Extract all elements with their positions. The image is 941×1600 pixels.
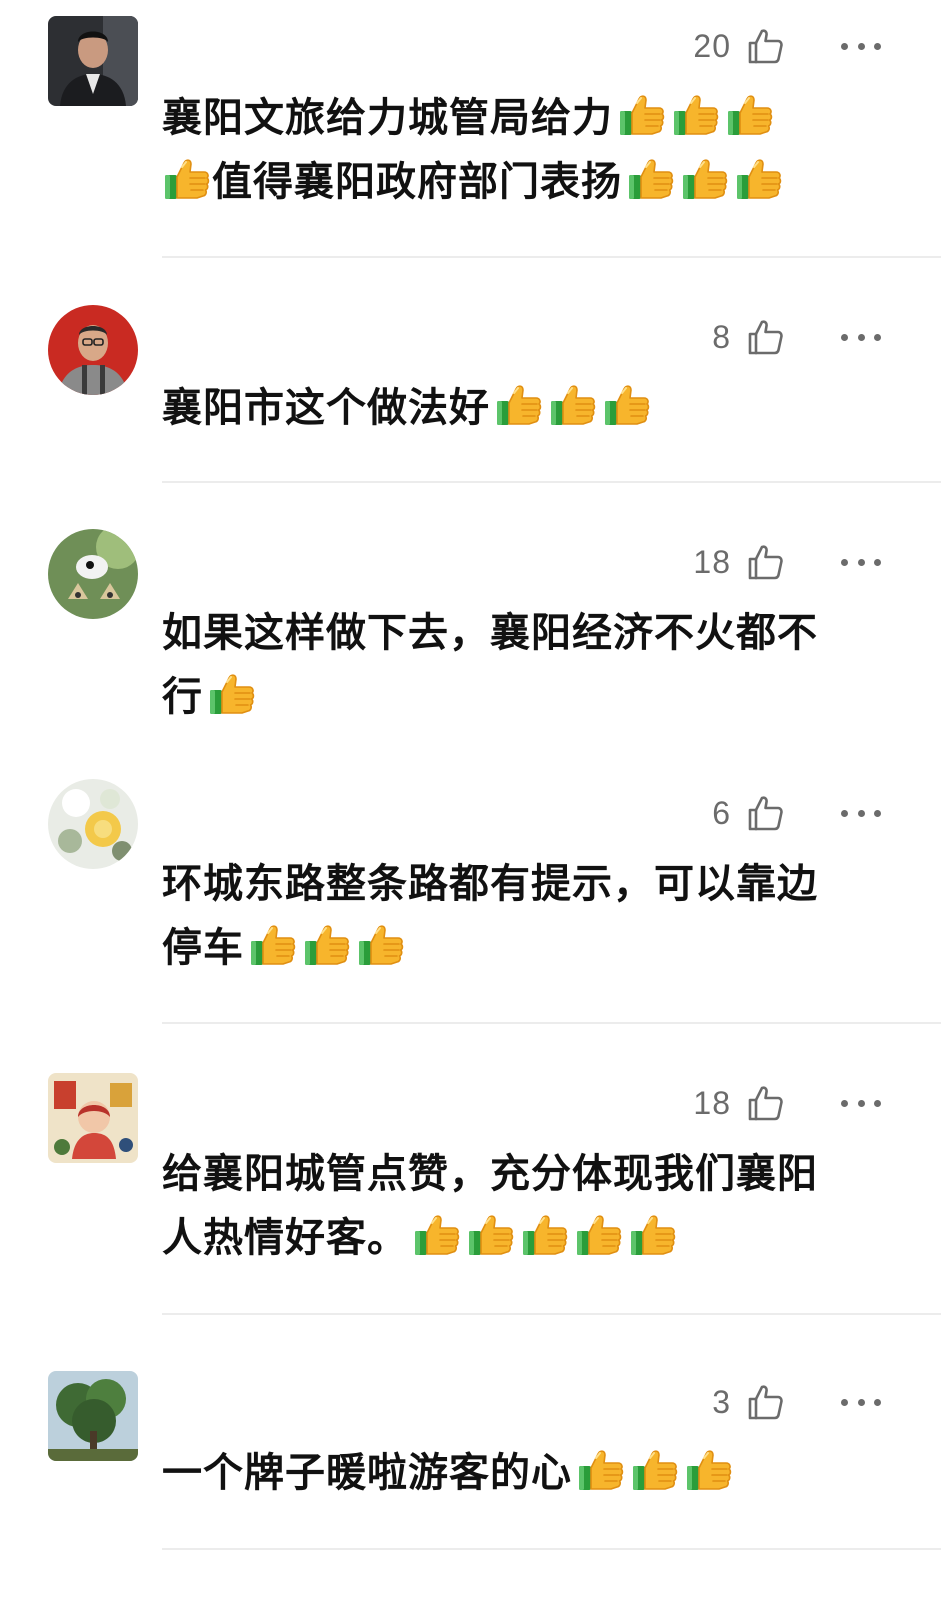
more-dots-icon[interactable] (841, 1382, 881, 1422)
comment-meta: 8 (712, 317, 881, 357)
thumbs-up-emoji-icon (602, 379, 652, 429)
thumbs-up-outline-icon[interactable] (745, 1083, 785, 1123)
more-dots-icon[interactable] (841, 793, 881, 833)
avatar[interactable] (48, 305, 138, 395)
thumbs-up-emoji-icon (248, 919, 298, 969)
comment-text: 襄阳市这个做法好 (162, 376, 851, 440)
thumbs-up-emoji-icon (617, 89, 667, 139)
divider (162, 1548, 941, 1550)
comment-text: 环城东路整条路都有提示，可以靠边停车 (162, 852, 851, 980)
more-dots-icon[interactable] (841, 317, 881, 357)
thumbs-up-emoji-icon (684, 1444, 734, 1494)
thumbs-up-emoji-icon (162, 153, 212, 203)
more-dots-icon[interactable] (841, 1083, 881, 1123)
thumbs-up-emoji-icon (734, 153, 784, 203)
thumbs-up-emoji-icon (725, 89, 775, 139)
comment-meta: 20 (693, 26, 881, 66)
like-count: 6 (712, 794, 731, 831)
comment-meta: 3 (712, 1382, 881, 1422)
thumbs-up-emoji-icon (574, 1209, 624, 1259)
comment-meta: 6 (712, 793, 881, 833)
comment-text-part: 值得襄阳政府部门表扬 (212, 159, 622, 205)
thumbs-up-emoji-icon (466, 1209, 516, 1259)
divider (162, 481, 941, 483)
comment-text-part: 襄阳文旅给力城管局给力 (162, 95, 613, 141)
thumbs-up-emoji-icon (626, 153, 676, 203)
more-dots-icon[interactable] (841, 542, 881, 582)
comment-meta: 18 (693, 542, 881, 582)
thumbs-up-emoji-icon (630, 1444, 680, 1494)
thumbs-up-emoji-icon (671, 89, 721, 139)
thumbs-up-emoji-icon (412, 1209, 462, 1259)
thumbs-up-outline-icon[interactable] (745, 1382, 785, 1422)
thumbs-up-emoji-icon (356, 919, 406, 969)
divider (162, 1313, 941, 1315)
thumbs-up-outline-icon[interactable] (745, 317, 785, 357)
like-count: 20 (693, 27, 731, 64)
comment-text-part: 一个牌子暖啦游客的心 (162, 1450, 572, 1496)
thumbs-up-emoji-icon (548, 379, 598, 429)
thumbs-up-outline-icon[interactable] (745, 26, 785, 66)
comment-text: 如果这样做下去，襄阳经济不火都不行 (162, 601, 851, 729)
more-dots-icon[interactable] (841, 26, 881, 66)
thumbs-up-outline-icon[interactable] (745, 542, 785, 582)
divider (162, 1022, 941, 1024)
avatar[interactable] (48, 779, 138, 869)
thumbs-up-emoji-icon (576, 1444, 626, 1494)
comment-list: 20 襄阳文旅给力城管局给力 值得襄阳政府部门表扬 8 襄阳市这个做法好 18 … (0, 0, 941, 1600)
thumbs-up-emoji-icon (680, 153, 730, 203)
avatar[interactable] (48, 1371, 138, 1461)
comment-text-part: 襄阳市这个做法好 (162, 385, 490, 431)
thumbs-up-emoji-icon (302, 919, 352, 969)
thumbs-up-outline-icon[interactable] (745, 793, 785, 833)
divider (162, 256, 941, 258)
avatar[interactable] (48, 1073, 138, 1163)
thumbs-up-emoji-icon (520, 1209, 570, 1259)
comment-text: 一个牌子暖啦游客的心 (162, 1441, 851, 1505)
like-count: 18 (693, 543, 731, 580)
comment-text: 襄阳文旅给力城管局给力值得襄阳政府部门表扬 (162, 86, 851, 214)
comment-text-part: 如果这样做下去，襄阳经济不火都不行 (162, 610, 818, 720)
avatar[interactable] (48, 529, 138, 619)
thumbs-up-emoji-icon (207, 668, 257, 718)
comment-text: 给襄阳城管点赞，充分体现我们襄阳人热情好客。 (162, 1142, 851, 1270)
comment-meta: 18 (693, 1083, 881, 1123)
like-count: 3 (712, 1383, 731, 1420)
avatar[interactable] (48, 16, 138, 106)
thumbs-up-emoji-icon (494, 379, 544, 429)
thumbs-up-emoji-icon (628, 1209, 678, 1259)
like-count: 18 (693, 1084, 731, 1121)
like-count: 8 (712, 318, 731, 355)
